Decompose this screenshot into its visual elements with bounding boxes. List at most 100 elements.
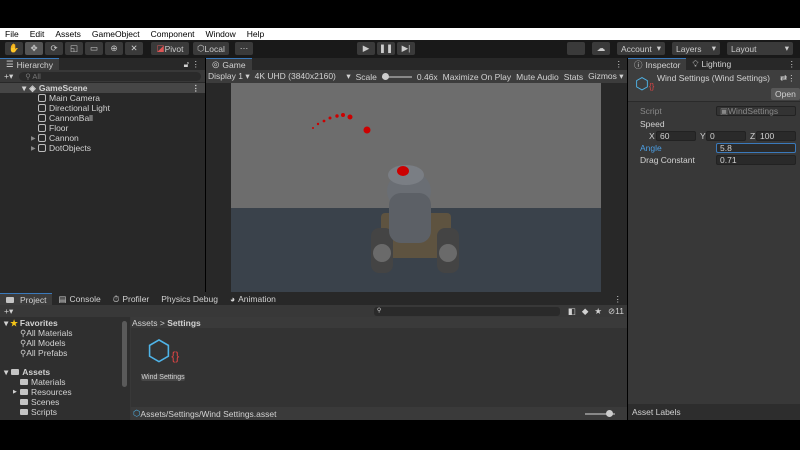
- icon-size-slider[interactable]: [585, 409, 615, 417]
- hierarchy-tabbar: ☰ Hierarchy 🔓︎ ⋮: [0, 58, 205, 70]
- asset-path: Assets/Settings/Wind Settings.asset: [140, 408, 277, 419]
- asset-wind-settings[interactable]: ⬡{} Wind Settings: [141, 335, 185, 381]
- menu-help[interactable]: Help: [247, 29, 264, 39]
- gamepad-icon: ◎: [212, 59, 220, 69]
- menu-assets[interactable]: Assets: [55, 29, 81, 39]
- project-search-input[interactable]: ⚲: [373, 306, 560, 316]
- tab-lighting[interactable]: 💡︎ Lighting: [686, 58, 737, 70]
- filter-label-icon[interactable]: ◆: [582, 306, 589, 317]
- expand-arrow-icon[interactable]: ▶: [31, 145, 38, 152]
- pivot-button[interactable]: ◪ Pivot: [151, 42, 189, 55]
- lock-icon[interactable]: ⋮: [614, 294, 628, 305]
- tab-profiler[interactable]: ⏱ Profiler: [107, 293, 156, 305]
- cloud-icon[interactable]: ☁: [592, 42, 610, 55]
- lock-icon[interactable]: 🔓︎ ⋮: [184, 59, 205, 70]
- folder-icon: [6, 296, 14, 303]
- gameobject-icon: [38, 134, 46, 142]
- folder-item[interactable]: ▶ Resources: [0, 387, 130, 397]
- asset-labels-section[interactable]: Asset Labels: [628, 404, 800, 420]
- hierarchy-item[interactable]: CannonBall: [0, 113, 205, 123]
- hand-tool-icon[interactable]: ✋: [5, 42, 23, 55]
- mute-audio-toggle[interactable]: Mute Audio: [516, 72, 559, 82]
- layout-dropdown[interactable]: Layout ▾: [727, 42, 793, 55]
- speed-y-input[interactable]: 0: [706, 131, 746, 141]
- rotate-tool-icon[interactable]: ⟳: [45, 42, 63, 55]
- menu-component[interactable]: Component: [151, 29, 195, 39]
- tab-console[interactable]: ▤ Console: [52, 293, 106, 305]
- angle-input[interactable]: 5.8: [716, 143, 796, 153]
- menu-gameobject[interactable]: GameObject: [92, 29, 140, 39]
- tab-physics-debug[interactable]: Physics Debug: [155, 293, 224, 305]
- menu-window[interactable]: Window: [206, 29, 236, 39]
- drag-constant-input[interactable]: 0.71: [716, 155, 796, 165]
- favorite-star-icon[interactable]: ★: [594, 306, 602, 317]
- move-tool-icon[interactable]: ✥: [25, 42, 43, 55]
- custom-tool-icon[interactable]: ✕: [125, 42, 143, 55]
- grid-snap-icon[interactable]: ⋯: [235, 42, 253, 55]
- hierarchy-item[interactable]: ▶ DotObjects: [0, 143, 205, 153]
- breadcrumb-settings[interactable]: Settings: [167, 318, 201, 328]
- menu-file[interactable]: File: [5, 29, 19, 39]
- tab-game[interactable]: ◎ Game: [206, 58, 252, 70]
- filter-type-icon[interactable]: ◧: [568, 306, 576, 317]
- more-icon[interactable]: ⋮: [615, 59, 628, 70]
- unity-scene-icon: ◈: [29, 82, 36, 93]
- hierarchy-item[interactable]: ▶ Cannon: [0, 133, 205, 143]
- local-button[interactable]: ⬡ Local: [193, 42, 229, 55]
- breadcrumb-assets[interactable]: Assets: [132, 318, 158, 328]
- account-dropdown[interactable]: Account ▾: [617, 42, 665, 55]
- lock-icon[interactable]: ⋮: [788, 59, 800, 70]
- transform-tool-icon[interactable]: ⊕: [105, 42, 123, 55]
- open-button[interactable]: Open: [771, 88, 800, 100]
- game-viewport[interactable]: [231, 83, 601, 292]
- resolution-dropdown[interactable]: 4K UHD (3840x2160) ▾: [255, 71, 351, 82]
- folder-icon: [11, 369, 20, 375]
- x-label: X: [649, 131, 655, 141]
- tab-label: Hierarchy: [16, 59, 53, 70]
- folder-item[interactable]: Materials: [0, 377, 130, 387]
- display-dropdown[interactable]: Display 1 ▾: [208, 71, 250, 82]
- favorites-header[interactable]: ▾ ★ Favorites: [0, 317, 130, 329]
- add-button[interactable]: +▾: [4, 71, 13, 82]
- step-button[interactable]: ▶|: [397, 42, 415, 55]
- menu-edit[interactable]: Edit: [30, 29, 45, 39]
- add-button[interactable]: +▾: [4, 306, 13, 317]
- hidden-packages-icon[interactable]: ⊘11: [608, 306, 624, 317]
- asset-label: Wind Settings: [141, 374, 185, 381]
- folder-item[interactable]: Scripts: [0, 407, 130, 417]
- speed-z-input[interactable]: 100: [756, 131, 796, 141]
- pause-button[interactable]: ❚❚: [377, 42, 395, 55]
- hierarchy-search-input[interactable]: ⚲ All: [19, 71, 201, 81]
- maximize-on-play-toggle[interactable]: Maximize On Play: [443, 72, 512, 82]
- menu-bar: File Edit Assets GameObject Component Wi…: [0, 28, 800, 40]
- tab-hierarchy[interactable]: ☰ Hierarchy: [0, 58, 59, 70]
- profiler-icon: ⏱: [112, 293, 120, 304]
- play-button[interactable]: ▶: [357, 42, 375, 55]
- star-icon: ★: [10, 317, 18, 328]
- hierarchy-item[interactable]: Directional Light: [0, 103, 205, 113]
- hierarchy-item[interactable]: Main Camera: [0, 93, 205, 103]
- rect-tool-icon[interactable]: ▭: [85, 42, 103, 55]
- scale-slider[interactable]: [381, 72, 412, 80]
- hierarchy-item[interactable]: Floor: [0, 123, 205, 133]
- favorite-item[interactable]: ⚲ All Prefabs: [0, 348, 130, 359]
- scale-tool-icon[interactable]: ◱: [65, 42, 83, 55]
- gizmos-dropdown[interactable]: Gizmos ▾: [588, 71, 623, 82]
- settings-icon[interactable]: ⇄⋮: [780, 73, 796, 84]
- favorite-item[interactable]: ⚲ All Models: [0, 338, 130, 349]
- scene-row[interactable]: ▾ ◈ GameScene ⋮: [0, 83, 205, 93]
- favorite-item[interactable]: ⚲ All Materials: [0, 328, 130, 339]
- script-field[interactable]: ▣WindSettings: [716, 106, 796, 116]
- tab-inspector[interactable]: ⓘ Inspector: [628, 58, 687, 70]
- stats-toggle[interactable]: Stats: [564, 72, 583, 82]
- folder-item[interactable]: Scenes: [0, 397, 130, 407]
- game-tabbar: ◎ Game ⋮: [206, 58, 627, 70]
- speed-x-input[interactable]: 60: [656, 131, 696, 141]
- expand-arrow-icon[interactable]: ▶: [31, 135, 38, 142]
- tab-project[interactable]: Project: [0, 293, 53, 305]
- tab-animation[interactable]: ◕ Animation: [224, 293, 282, 305]
- assets-header[interactable]: ▾ Assets: [0, 367, 130, 378]
- layers-dropdown[interactable]: Layers ▾: [672, 42, 720, 55]
- collab-button[interactable]: [567, 42, 585, 55]
- tree-scrollbar[interactable]: [122, 321, 127, 387]
